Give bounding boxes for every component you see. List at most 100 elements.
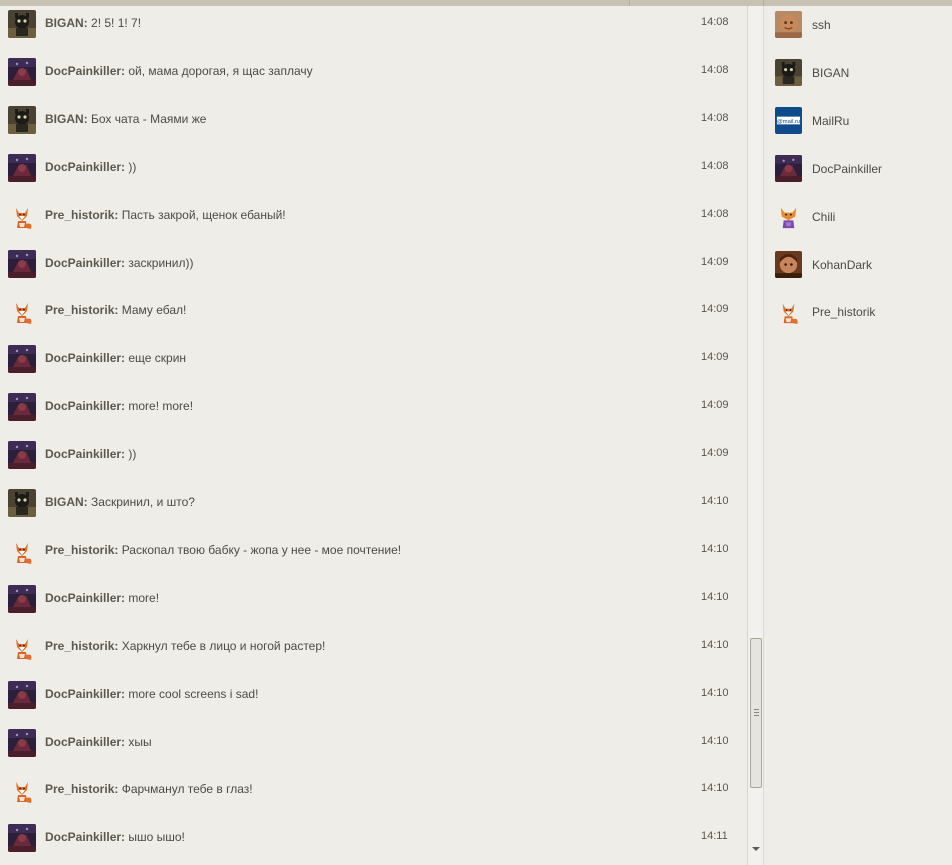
message-author[interactable]: BIGAN: (45, 112, 88, 126)
message-author[interactable]: Pre_historik: (45, 208, 118, 222)
message-text-line: DocPainkiller: more! (45, 591, 159, 605)
avatar[interactable] (8, 681, 36, 709)
message-author[interactable]: DocPainkiller: (45, 399, 125, 413)
avatar[interactable] (8, 58, 36, 86)
user-list-item[interactable]: Chili (764, 198, 952, 238)
chat-message: Pre_historik: Харкнул тебе в лицо и ного… (0, 629, 747, 669)
avatar[interactable] (8, 154, 36, 182)
message-author[interactable]: DocPainkiller: (45, 830, 125, 844)
user-name[interactable]: MailRu (812, 114, 849, 128)
avatar[interactable] (8, 537, 36, 565)
chat-message: DocPainkiller: хыы 14:10 (0, 725, 747, 765)
message-text-line: Pre_historik: Маму ебал! (45, 303, 186, 317)
message-author[interactable]: BIGAN: (45, 16, 88, 30)
user-list-item[interactable]: DocPainkiller (764, 150, 952, 190)
user-name[interactable]: ssh (812, 18, 831, 32)
avatar[interactable] (8, 202, 36, 230)
chat-scrollbar[interactable] (747, 6, 763, 865)
chat-message: DocPainkiller: more! 14:10 (0, 581, 747, 621)
message-body: заскринил)) (128, 255, 194, 270)
chat-message: DocPainkiller: заскринил)) 14:09 (0, 246, 747, 286)
avatar[interactable] (8, 441, 36, 469)
grip-icon (754, 709, 759, 716)
message-author[interactable]: DocPainkiller: (45, 735, 125, 749)
message-text-line: Pre_historik: Пасть закрой, щенок ебаный… (45, 208, 286, 222)
message-author[interactable]: DocPainkiller: (45, 160, 125, 174)
chat-message: BIGAN: Бох чата - Маями же 14:08 (0, 102, 747, 142)
user-list-item[interactable]: ssh (764, 6, 952, 46)
avatar[interactable] (8, 729, 36, 757)
user-name[interactable]: Pre_historik (812, 305, 875, 319)
message-timestamp: 14:09 (701, 399, 729, 412)
message-author[interactable]: DocPainkiller: (45, 687, 125, 701)
message-timestamp: 14:10 (701, 638, 729, 651)
message-author[interactable]: DocPainkiller: (45, 447, 125, 461)
message-timestamp: 14:08 (701, 111, 729, 124)
message-author[interactable]: DocPainkiller: (45, 591, 125, 605)
user-name[interactable]: Chili (812, 210, 835, 224)
avatar[interactable] (8, 824, 36, 852)
message-body: Заскринил, и што? (91, 495, 195, 509)
message-timestamp: 14:08 (701, 159, 729, 172)
avatar[interactable] (8, 297, 36, 325)
message-text-line: DocPainkiller: заскринил)) (45, 256, 194, 270)
message-text-line: DocPainkiller: хыы (45, 735, 152, 749)
message-timestamp: 14:10 (701, 686, 729, 699)
message-timestamp: 14:09 (701, 255, 729, 268)
avatar[interactable] (775, 203, 802, 230)
message-text-line: Pre_historik: Фарчманул тебе в глаз! (45, 782, 253, 796)
message-author[interactable]: BIGAN: (45, 495, 88, 509)
avatar[interactable] (8, 106, 36, 134)
user-list-item[interactable]: BIGAN (764, 54, 952, 94)
message-author[interactable]: Pre_historik: (45, 303, 118, 317)
message-body: )) (128, 447, 137, 462)
chat-message: DocPainkiller: еще скрин 14:09 (0, 341, 747, 381)
user-name[interactable]: BIGAN (812, 66, 849, 80)
message-author[interactable]: Pre_historik: (45, 543, 118, 557)
message-author[interactable]: Pre_historik: (45, 782, 118, 796)
avatar[interactable] (8, 776, 36, 804)
message-timestamp: 14:10 (701, 495, 729, 507)
avatar[interactable] (8, 250, 36, 278)
message-body: Бох чата - Маями же (91, 111, 207, 126)
scroll-down-arrow-icon[interactable] (752, 847, 760, 851)
message-author[interactable]: Pre_historik: (45, 639, 118, 653)
avatar[interactable] (775, 107, 802, 134)
chat-message: DocPainkiller: ой, мама дорогая, я щас з… (0, 54, 747, 94)
message-body: Маму ебал! (121, 303, 187, 318)
avatar[interactable] (8, 10, 36, 38)
message-timestamp: 14:08 (701, 207, 729, 220)
avatar[interactable] (775, 59, 802, 86)
avatar[interactable] (8, 489, 36, 517)
chat-message: DocPainkiller: )) 14:08 (0, 150, 747, 190)
message-timestamp: 14:08 (701, 16, 729, 28)
avatar[interactable] (8, 585, 36, 613)
user-list-item[interactable]: MailRu (764, 102, 952, 142)
avatar[interactable] (775, 251, 802, 278)
avatar[interactable] (775, 155, 802, 182)
user-name[interactable]: KohanDark (812, 258, 872, 272)
avatar[interactable] (775, 11, 802, 38)
message-author[interactable]: DocPainkiller: (45, 351, 125, 365)
message-text-line: BIGAN: Бох чата - Маями же (45, 112, 206, 126)
message-author[interactable]: DocPainkiller: (45, 256, 125, 270)
user-list-item[interactable]: Pre_historik (764, 293, 952, 333)
message-body: )) (128, 159, 137, 174)
message-body: Раскопал твою бабку - жопа у нее - мое п… (121, 542, 402, 557)
message-body: Пасть закрой, щенок ебаный! (121, 207, 286, 222)
scrollbar-thumb[interactable] (750, 638, 762, 788)
message-body: more cool screens i sad! (128, 686, 259, 701)
user-list-item[interactable]: KohanDark (764, 246, 952, 286)
message-text-line: Pre_historik: Харкнул тебе в лицо и ного… (45, 639, 325, 653)
message-text-line: BIGAN: 2! 5! 1! 7! (45, 16, 141, 30)
avatar[interactable] (8, 633, 36, 661)
message-text-line: Pre_historik: Раскопал твою бабку - жопа… (45, 543, 401, 557)
avatar[interactable] (775, 298, 802, 325)
message-timestamp: 14:08 (701, 63, 729, 76)
user-name[interactable]: DocPainkiller (812, 162, 882, 176)
message-text-line: DocPainkiller: )) (45, 447, 136, 461)
message-timestamp: 14:10 (701, 782, 729, 795)
avatar[interactable] (8, 393, 36, 421)
message-author[interactable]: DocPainkiller: (45, 64, 125, 78)
avatar[interactable] (8, 345, 36, 373)
